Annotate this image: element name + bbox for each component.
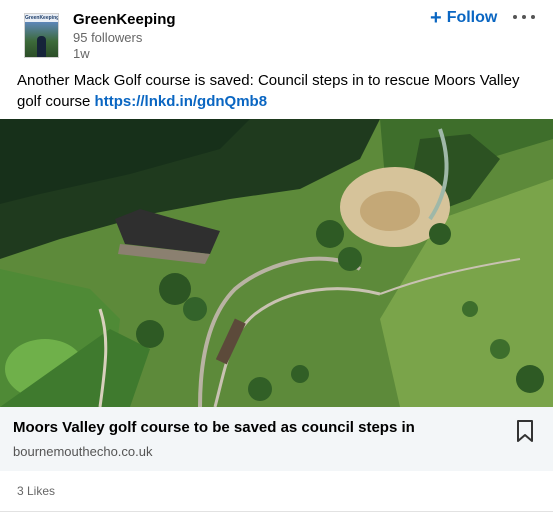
post-time: 1w xyxy=(73,46,90,61)
author-name[interactable]: GreenKeeping xyxy=(73,11,176,29)
post-body: Another Mack Golf course is saved: Counc… xyxy=(17,72,520,110)
logo-masthead: GreenKeeping xyxy=(25,14,58,22)
follow-label: Follow xyxy=(446,9,498,26)
company-logo[interactable]: GreenKeeping xyxy=(24,13,59,58)
follower-count: 95 followers xyxy=(73,30,143,45)
ellipsis-icon xyxy=(513,15,517,19)
article-card[interactable]: Moors Valley golf course to be saved as … xyxy=(0,407,553,471)
more-options-button[interactable] xyxy=(513,9,535,25)
article-image[interactable] xyxy=(0,119,553,407)
divider xyxy=(0,511,553,512)
post-link[interactable]: https://lnkd.in/gdnQmb8 xyxy=(95,93,268,110)
post-text: Another Mack Golf course is saved: Counc… xyxy=(17,70,537,112)
article-title[interactable]: Moors Valley golf course to be saved as … xyxy=(13,418,415,437)
bookmark-icon[interactable] xyxy=(516,420,534,442)
logo-cover-image xyxy=(25,22,58,57)
likes-count[interactable]: 3 Likes xyxy=(17,484,55,499)
feed-post: GreenKeeping GreenKeeping 95 followers 1… xyxy=(0,0,553,515)
follow-button[interactable]: + Follow xyxy=(430,7,497,29)
article-source: bournemouthecho.co.uk xyxy=(13,444,153,459)
plus-icon: + xyxy=(430,7,442,29)
